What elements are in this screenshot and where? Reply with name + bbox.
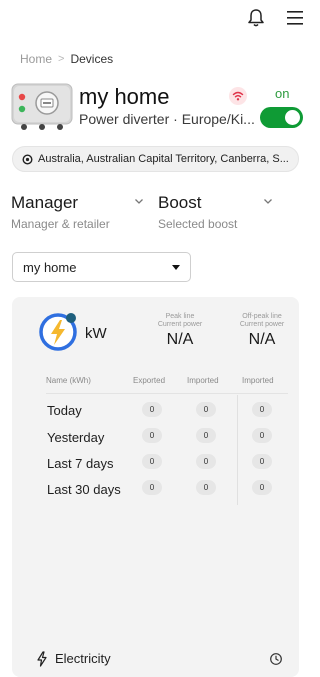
column-divider (237, 395, 238, 505)
device-dropdown[interactable]: my home (12, 252, 191, 282)
location-chip[interactable]: Australia, Australian Capital Territory,… (12, 146, 299, 172)
yesterday-imported-value: 0 (196, 428, 216, 443)
offpeak-current-power-label: Current power (239, 321, 285, 328)
yesterday-offpeak-imported-value: 0 (252, 428, 272, 443)
peak-power-value: N/A (166, 331, 194, 348)
lightning-icon (37, 651, 47, 667)
wifi-status-icon (229, 87, 247, 105)
location-text: Australia, Australian Capital Territory,… (38, 153, 289, 165)
row-label-last-7-days: Last 7 days (47, 456, 114, 471)
power-diverter-device-icon (11, 83, 73, 130)
boost-chevron-down-icon[interactable] (263, 196, 273, 206)
last-30-days-exported-value: 0 (142, 480, 162, 495)
yesterday-exported-value: 0 (142, 428, 162, 443)
hamburger-menu-icon[interactable] (285, 10, 303, 26)
today-offpeak-imported-value: 0 (252, 402, 272, 417)
breadcrumb-home-link[interactable]: Home (20, 52, 52, 66)
imported-column-header: Imported (187, 376, 219, 385)
peak-line-label: Peak line (165, 313, 195, 320)
power-status-label: on (275, 86, 290, 101)
device-subtitle: Power diverter · Europe/Ki... (79, 111, 255, 127)
boost-selector-title[interactable]: Boost (158, 193, 201, 213)
today-exported-value: 0 (142, 402, 162, 417)
row-label-yesterday: Yesterday (47, 430, 105, 445)
energy-card: kW Peak line Current power N/A Off-peak … (12, 297, 299, 677)
manager-selector-subtitle: Manager & retailer (11, 217, 110, 231)
last-30-days-offpeak-imported-value: 0 (252, 480, 272, 495)
caret-down-icon (172, 265, 180, 270)
bell-icon[interactable] (247, 8, 265, 28)
power-toggle[interactable] (260, 107, 303, 128)
today-imported-value: 0 (196, 402, 216, 417)
breadcrumb: Home > Devices (20, 52, 113, 66)
peak-current-power-label: Current power (157, 321, 203, 328)
offpeak-imported-column-header: Imported (242, 376, 274, 385)
device-dropdown-value: my home (23, 259, 77, 275)
row-label-last-30-days: Last 30 days (47, 482, 121, 497)
manager-chevron-down-icon[interactable] (134, 196, 144, 206)
exported-column-header: Exported (133, 376, 166, 385)
last-30-days-imported-value: 0 (196, 480, 216, 495)
row-label-today: Today (47, 403, 82, 418)
name-column-header: Name (kWh) (46, 376, 91, 385)
device-name: my home (79, 84, 170, 109)
table-divider (46, 393, 288, 394)
breadcrumb-separator: > (58, 53, 65, 65)
history-icon[interactable] (269, 652, 283, 666)
toggle-knob (285, 110, 300, 125)
last-7-days-imported-value: 0 (196, 454, 216, 469)
offpeak-line-label: Off-peak line (242, 313, 282, 320)
electricity-label: Electricity (55, 651, 111, 666)
last-7-days-exported-value: 0 (142, 454, 162, 469)
boost-selector-subtitle: Selected boost (158, 217, 238, 231)
power-unit-label: kW (85, 325, 107, 342)
manager-selector-title[interactable]: Manager (11, 193, 78, 213)
last-7-days-offpeak-imported-value: 0 (252, 454, 272, 469)
breadcrumb-current: Devices (70, 52, 114, 66)
lightning-energy-icon (39, 313, 77, 351)
location-pin-icon (22, 153, 33, 165)
top-bar (0, 0, 303, 40)
offpeak-power-value: N/A (248, 331, 276, 348)
